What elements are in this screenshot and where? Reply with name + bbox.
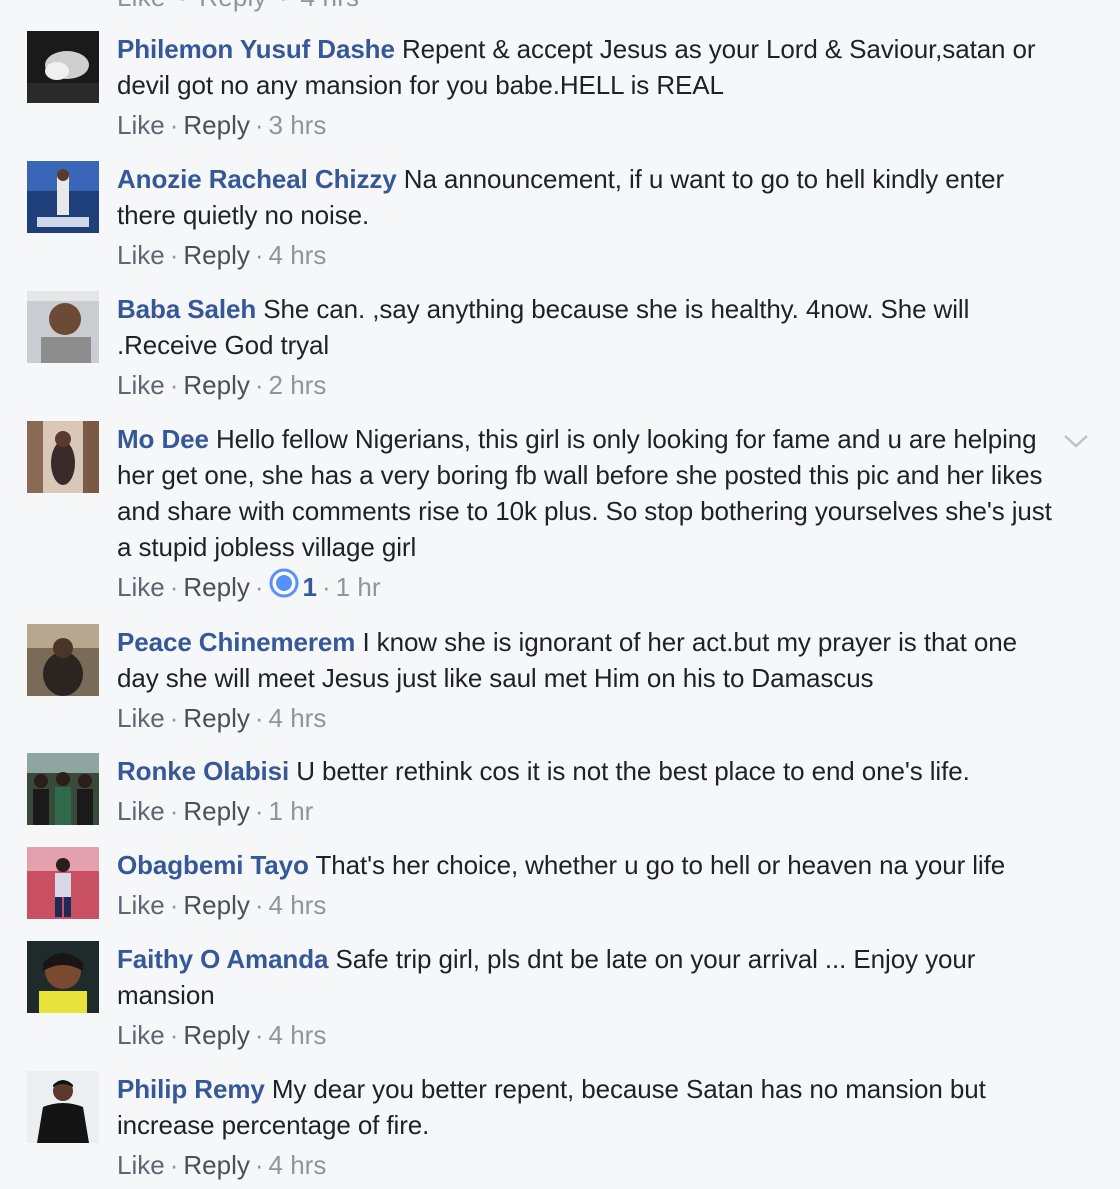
comment-body: Philemon Yusuf Dashe Repent & accept Jes…	[117, 31, 1062, 103]
comment-timestamp[interactable]: 1 hr	[269, 796, 314, 826]
comment-text: U better rethink cos it is not the best …	[296, 756, 970, 786]
separator-dot: ·	[254, 1020, 264, 1050]
comment-timestamp[interactable]: 4 hrs	[269, 703, 327, 733]
avatar[interactable]	[27, 1071, 99, 1143]
comment-author[interactable]: Baba Saleh	[117, 294, 256, 324]
comment-body: Anozie Racheal Chizzy Na announcement, i…	[117, 161, 1062, 233]
avatar[interactable]	[27, 847, 99, 919]
like-link[interactable]: Like	[117, 703, 165, 733]
separator-dot: ·	[169, 572, 179, 602]
like-link[interactable]: Like	[117, 370, 165, 400]
comment-author[interactable]: Mo Dee	[117, 424, 209, 454]
chevron-down-icon[interactable]	[1062, 431, 1090, 451]
reply-link[interactable]: Reply	[183, 370, 249, 400]
comment-timestamp[interactable]: 4 hrs	[269, 1150, 327, 1180]
separator-dot: ·	[178, 0, 187, 12]
separator-dot: ·	[169, 110, 179, 140]
comment-author[interactable]: Anozie Racheal Chizzy	[117, 164, 397, 194]
reply-link[interactable]: Reply	[183, 796, 249, 826]
comment-author[interactable]: Peace Chinemerem	[117, 627, 355, 657]
like-link[interactable]: Like	[117, 572, 165, 602]
separator-dot: ·	[254, 240, 264, 270]
separator-dot: ·	[169, 1150, 179, 1180]
comment-author[interactable]: Philip Remy	[117, 1074, 265, 1104]
comment-timestamp[interactable]: 2 hrs	[269, 370, 327, 400]
comment-author[interactable]: Ronke Olabisi	[117, 756, 289, 786]
separator-dot: ·	[254, 110, 264, 140]
separator-dot: ·	[322, 572, 331, 602]
reply-link[interactable]: Reply	[183, 240, 249, 270]
reply-link[interactable]: Reply	[199, 0, 266, 12]
comment-author[interactable]: Philemon Yusuf Dashe	[117, 34, 395, 64]
reply-link[interactable]: Reply	[183, 110, 249, 140]
separator-dot: ·	[254, 572, 264, 602]
separator-dot: ·	[169, 1020, 179, 1050]
avatar[interactable]	[27, 624, 99, 696]
like-link[interactable]: Like	[117, 890, 165, 920]
separator-dot: ·	[169, 796, 179, 826]
like-link[interactable]: Like	[117, 796, 165, 826]
separator-dot: ·	[169, 240, 179, 270]
avatar[interactable]	[27, 941, 99, 1013]
avatar[interactable]	[27, 753, 99, 825]
comment-text: That's her choice, whether u go to hell …	[315, 850, 1006, 880]
comment-timestamp[interactable]: 3 hrs	[269, 110, 327, 140]
comment-timestamp[interactable]: 4 hrs	[269, 240, 327, 270]
comment-actions: Like · Reply · 4 hrs	[117, 237, 1062, 273]
avatar[interactable]	[27, 161, 99, 233]
reply-link[interactable]: Reply	[183, 890, 249, 920]
comment-text: Hello fellow Nigerians, this girl is onl…	[117, 424, 1052, 562]
like-link[interactable]: Like	[117, 110, 165, 140]
comment-actions: Like · Reply · 1 hr	[117, 793, 1062, 829]
reply-link[interactable]: Reply	[183, 703, 249, 733]
comment-body: Mo Dee Hello fellow Nigerians, this girl…	[117, 421, 1062, 565]
separator-dot: ·	[169, 703, 179, 733]
like-link[interactable]: Like	[117, 0, 166, 12]
avatar[interactable]	[27, 291, 99, 363]
separator-dot: ·	[254, 703, 264, 733]
cut-off-actions-row: Like · Reply · 4 hrs	[117, 0, 359, 13]
avatar[interactable]	[27, 31, 99, 103]
comment-author[interactable]: Obagbemi Tayo	[117, 850, 309, 880]
like-link[interactable]: Like	[117, 1150, 165, 1180]
separator-dot: ·	[254, 796, 264, 826]
separator-dot: ·	[254, 890, 264, 920]
comment-actions: Like · Reply · 1 · 1 hr	[117, 568, 1062, 609]
like-link[interactable]: Like	[117, 1020, 165, 1050]
separator-dot: ·	[254, 370, 264, 400]
comment-body: Ronke Olabisi U better rethink cos it is…	[117, 753, 1062, 789]
like-reaction-icon[interactable]	[269, 568, 299, 607]
comment-actions: Like · Reply · 4 hrs	[117, 1017, 1062, 1053]
comment-timestamp[interactable]: 4 hrs	[269, 1020, 327, 1050]
separator-dot: ·	[169, 370, 179, 400]
reply-link[interactable]: Reply	[183, 1020, 249, 1050]
comment-actions: Like · Reply · 4 hrs	[117, 887, 1062, 923]
comment-body: Peace Chinemerem I know she is ignorant …	[117, 624, 1062, 696]
comment-body: Obagbemi Tayo That's her choice, whether…	[117, 847, 1062, 883]
comment-author[interactable]: Faithy O Amanda	[117, 944, 328, 974]
reply-link[interactable]: Reply	[183, 1150, 249, 1180]
comment-body: Baba Saleh She can. ,say anything becaus…	[117, 291, 1062, 363]
comment-body: Faithy O Amanda Safe trip girl, pls dnt …	[117, 941, 1062, 1013]
comment-actions: Like · Reply · 2 hrs	[117, 367, 1062, 403]
comment-timestamp[interactable]: 1 hr	[336, 572, 381, 602]
separator-dot: ·	[254, 1150, 264, 1180]
avatar[interactable]	[27, 421, 99, 493]
comment-timestamp[interactable]: 4 hrs	[300, 0, 359, 12]
comment-timestamp[interactable]: 4 hrs	[269, 890, 327, 920]
comment-actions: Like · Reply · 3 hrs	[117, 107, 1062, 143]
reaction-count[interactable]: 1	[303, 572, 317, 602]
comment-actions: Like · Reply · 4 hrs	[117, 700, 1062, 736]
comment-actions: Like · Reply · 4 hrs	[117, 1147, 1062, 1183]
like-link[interactable]: Like	[117, 240, 165, 270]
comment-body: Philip Remy My dear you better repent, b…	[117, 1071, 1062, 1143]
reply-link[interactable]: Reply	[183, 572, 249, 602]
separator-dot: ·	[279, 0, 288, 12]
separator-dot: ·	[169, 890, 179, 920]
